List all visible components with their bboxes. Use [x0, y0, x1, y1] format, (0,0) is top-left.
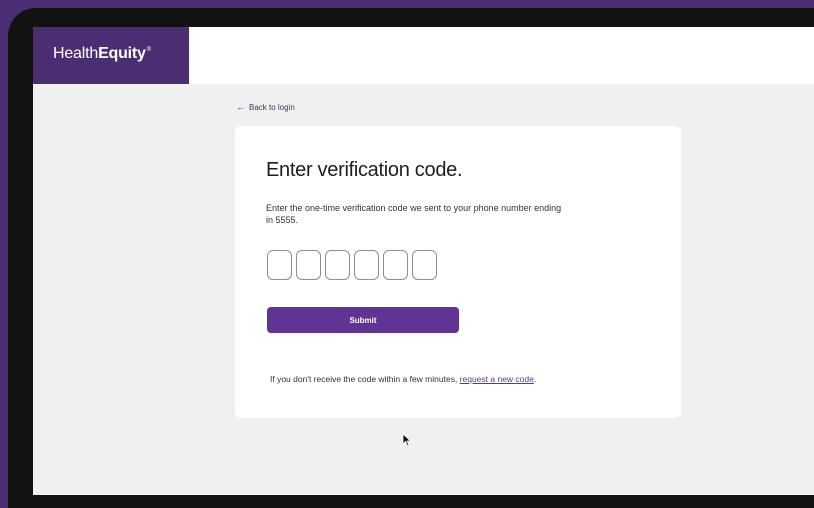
back-to-login-label: Back to login	[249, 103, 295, 112]
healthequity-logo[interactable]: HealthEquity®	[53, 45, 151, 63]
logo-trademark: ®	[146, 47, 151, 53]
verification-description: Enter the one-time verification code we …	[266, 203, 562, 225]
page-title: Enter verification code.	[266, 159, 463, 181]
app-screen: HealthEquity® ← Back to login Enter veri…	[33, 27, 814, 495]
code-digit-3[interactable]	[325, 250, 350, 280]
code-digit-5[interactable]	[383, 250, 408, 280]
submit-button[interactable]: Submit	[267, 307, 459, 333]
logo-text-bold: Equity	[98, 45, 146, 62]
logo-text-light: Health	[53, 45, 99, 62]
code-digit-6[interactable]	[412, 250, 437, 280]
logo-block: HealthEquity®	[33, 27, 189, 84]
verification-card: Enter verification code. Enter the one-t…	[235, 126, 681, 418]
code-input-row	[267, 250, 437, 280]
resend-code-suffix: .	[533, 374, 537, 384]
code-digit-1[interactable]	[267, 250, 292, 280]
arrow-left-icon: ←	[236, 102, 245, 112]
resend-code-prefix: If you don't receive the code within a f…	[270, 374, 460, 384]
code-digit-4[interactable]	[354, 250, 379, 280]
resend-code-text: If you don't receive the code within a f…	[270, 374, 536, 384]
request-new-code-link[interactable]: request a new code	[460, 374, 534, 384]
top-bar: HealthEquity®	[33, 27, 814, 84]
code-digit-2[interactable]	[296, 250, 321, 280]
back-to-login-link[interactable]: ← Back to login	[236, 102, 295, 113]
mouse-pointer-icon	[402, 433, 412, 447]
device-frame: HealthEquity® ← Back to login Enter veri…	[8, 8, 814, 508]
